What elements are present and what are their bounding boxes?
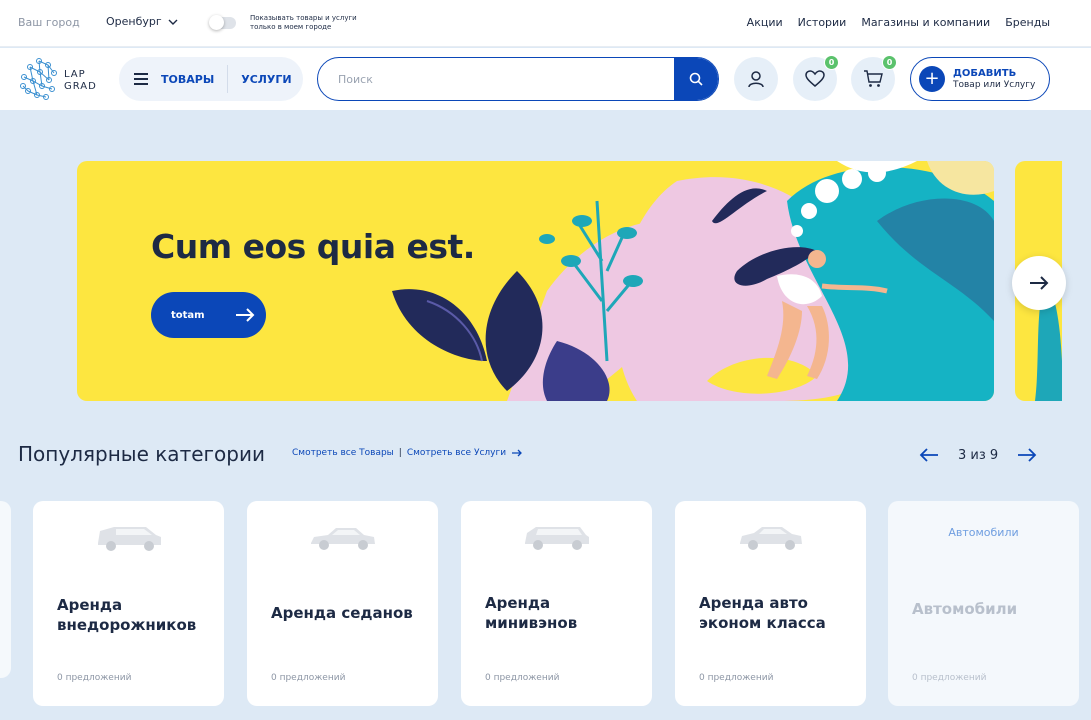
- search-bar: [317, 57, 719, 101]
- see-all-services-link[interactable]: Смотреть все Услуги: [407, 448, 506, 458]
- toggle-knob: [209, 15, 224, 30]
- see-all-goods-link[interactable]: Смотреть все Товары: [292, 448, 394, 458]
- search-button[interactable]: [674, 58, 718, 100]
- search-input[interactable]: [318, 58, 675, 100]
- previous-card-peek: [0, 501, 11, 678]
- category-card-count: 0 предложений: [57, 673, 132, 683]
- category-card-count: 0 предложений: [699, 673, 774, 683]
- top-nav: Акции Истории Магазины и компании Бренды: [747, 16, 1050, 29]
- banner-title: Cum eos quia est.: [151, 227, 475, 266]
- nav-link-shops[interactable]: Магазины и компании: [861, 16, 990, 29]
- section-title: Популярные категории: [18, 442, 265, 466]
- category-card-title: Аренда авто эконом класса: [699, 594, 826, 632]
- category-pager: 3 из 9: [918, 444, 1038, 466]
- logo-text: LAP GRAD: [64, 69, 97, 93]
- cart-icon: [864, 70, 883, 87]
- pager-status: 3 из 9: [958, 447, 999, 463]
- catalog-switch: ТОВАРЫ УСЛУГИ: [119, 57, 303, 101]
- arrow-left-icon: [919, 448, 938, 462]
- goods-label: ТОВАРЫ: [161, 72, 215, 86]
- chevron-down-icon: [168, 19, 178, 25]
- category-card[interactable]: Аренда внедорожников 0 предложений: [33, 501, 224, 706]
- nav-link-brands[interactable]: Бренды: [1005, 16, 1050, 29]
- section-links: Смотреть все Товары | Смотреть все Услуг…: [292, 448, 523, 458]
- category-card[interactable]: Аренда седанов 0 предложений: [247, 501, 438, 706]
- arrow-right-icon: [512, 449, 522, 457]
- pager-prev-button[interactable]: [918, 444, 940, 466]
- user-icon: [748, 71, 764, 88]
- heart-icon: [805, 70, 825, 87]
- nav-link-promotions[interactable]: Акции: [747, 16, 783, 29]
- suv-icon: [98, 527, 161, 551]
- city-value: Оренбург: [106, 15, 162, 28]
- category-card-count: 0 предложений: [912, 673, 987, 683]
- category-card-count: 0 предложений: [485, 673, 560, 683]
- category-card-count: 0 предложений: [271, 673, 346, 683]
- arrow-right-icon: [235, 308, 255, 322]
- banner-cta-label: totam: [171, 309, 205, 321]
- logo[interactable]: LAP GRAD: [18, 53, 98, 105]
- profile-button[interactable]: [734, 57, 778, 101]
- main-header: LAP GRAD ТОВАРЫ УСЛУГИ 0 0 + ДОБАВИТЬ Т: [0, 48, 1091, 110]
- banner-illustration: [392, 161, 994, 401]
- add-listing-text: ДОБАВИТЬ Товар или Услугу: [953, 68, 1035, 91]
- logo-text-line1: LAP: [64, 69, 86, 80]
- logo-text-line2: GRAD: [64, 81, 97, 92]
- add-listing-subtitle: Товар или Услугу: [953, 79, 1036, 90]
- category-card[interactable]: Аренда авто эконом класса 0 предложений: [675, 501, 866, 706]
- category-card-tag: Автомобили: [948, 526, 1019, 539]
- add-listing-button[interactable]: + ДОБАВИТЬ Товар или Услугу: [910, 57, 1050, 101]
- category-card[interactable]: Аренда минивэнов 0 предложений: [461, 501, 652, 706]
- banner-cta-button[interactable]: totam: [151, 292, 266, 338]
- services-catalog-button[interactable]: УСЛУГИ: [241, 57, 291, 101]
- slider-next-button[interactable]: [1012, 256, 1066, 310]
- category-card-title: Аренда седанов: [271, 604, 413, 622]
- cart-button[interactable]: 0: [851, 55, 897, 101]
- category-card-title: Аренда минивэнов: [485, 594, 578, 632]
- local-only-toggle[interactable]: [209, 15, 236, 30]
- pager-next-button[interactable]: [1016, 444, 1038, 466]
- category-card-title: Аренда внедорожников: [57, 596, 197, 634]
- category-card-title: Автомобили: [912, 600, 1018, 618]
- arrow-right-icon: [1030, 276, 1049, 290]
- local-only-label: Показывать товары и услуги только в моем…: [250, 14, 357, 31]
- top-bar: Ваш город Оренбург Показывать товары и у…: [0, 0, 1091, 47]
- cart-count-badge: 0: [882, 55, 897, 70]
- add-listing-title: ДОБАВИТЬ: [953, 67, 1017, 79]
- economy-car-icon: [740, 527, 802, 550]
- arrow-right-icon: [1018, 448, 1037, 462]
- goods-catalog-button[interactable]: ТОВАРЫ: [119, 57, 214, 101]
- link-separator: |: [398, 448, 402, 458]
- minivan-icon: [525, 527, 589, 550]
- logo-mark-icon: [20, 58, 57, 100]
- services-label: УСЛУГИ: [241, 72, 292, 86]
- city-label: Ваш город: [18, 16, 80, 29]
- catalog-divider: [227, 65, 229, 93]
- favorites-count-badge: 0: [824, 55, 839, 70]
- hamburger-menu-icon: [134, 73, 148, 85]
- nav-link-stories[interactable]: Истории: [798, 16, 847, 29]
- category-card[interactable]: Автомобили Автомобили 0 предложений: [888, 501, 1079, 706]
- favorites-button[interactable]: 0: [793, 55, 839, 101]
- plus-icon: +: [919, 66, 945, 92]
- city-select[interactable]: Оренбург: [106, 15, 178, 28]
- sedan-icon: [311, 528, 375, 550]
- promo-banner[interactable]: Cum eos quia est. totam: [77, 161, 994, 401]
- search-icon: [689, 72, 703, 86]
